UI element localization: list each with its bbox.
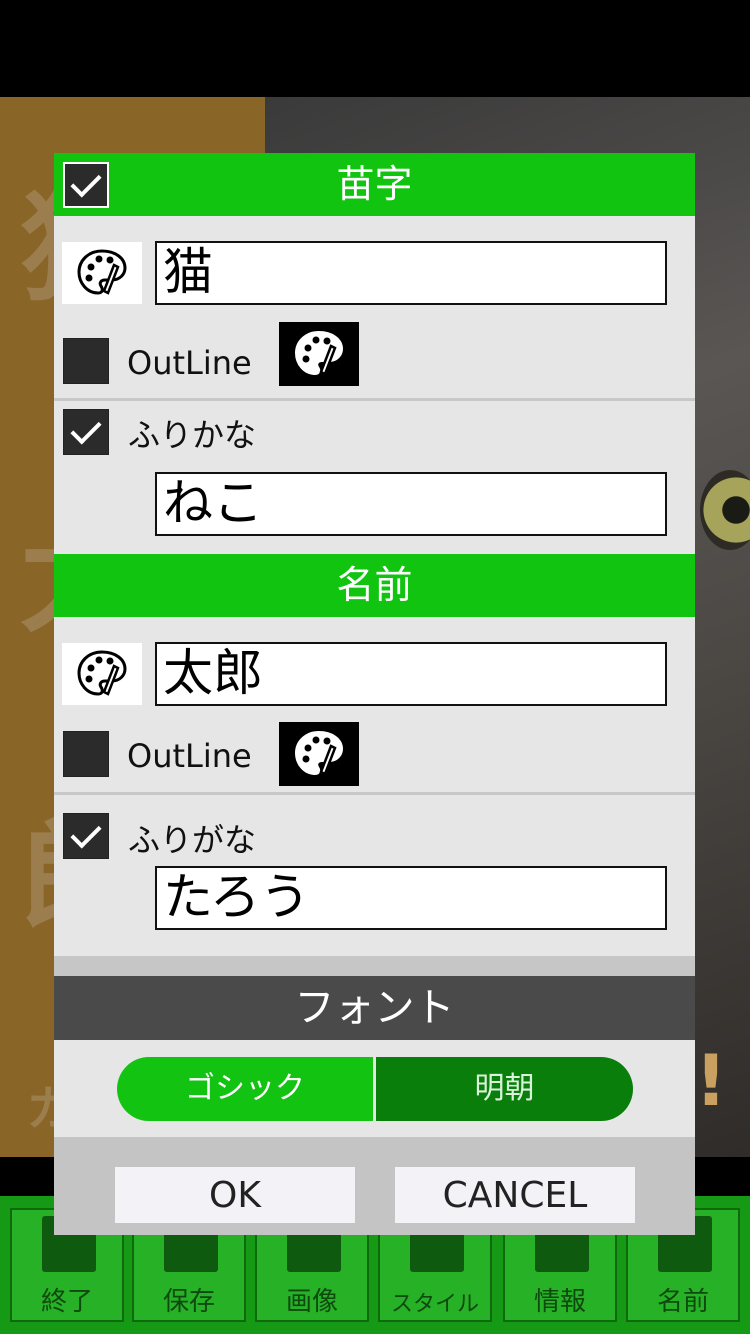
surname-furigana-checkbox[interactable] xyxy=(63,409,109,455)
surname-header: 苗字 xyxy=(54,153,695,216)
toolbar-label: 画像 xyxy=(285,1287,338,1317)
background-exclaim: ! xyxy=(695,1040,727,1122)
given-name-furigana-input[interactable]: たろう xyxy=(155,866,667,930)
font-header: フォント xyxy=(54,976,695,1040)
toolbar-label: 終了 xyxy=(40,1287,93,1317)
check-mark-icon xyxy=(70,413,102,445)
given-name-furigana-label: ふりがな xyxy=(128,821,257,859)
surname-color-button[interactable] xyxy=(62,242,142,304)
divider xyxy=(54,398,695,401)
font-option-gothic[interactable]: ゴシック xyxy=(117,1057,373,1121)
surname-furigana-label: ふりかな xyxy=(128,416,257,454)
palette-icon xyxy=(77,650,127,696)
given-name-color-button[interactable] xyxy=(62,643,142,705)
check-mark-icon xyxy=(70,166,102,198)
surname-input[interactable]: 猫 xyxy=(155,241,667,305)
section-separator xyxy=(54,956,695,976)
palette-icon xyxy=(294,330,344,376)
font-option-mincho[interactable]: 明朝 xyxy=(376,1057,633,1121)
toolbar-label: 保存 xyxy=(162,1287,215,1317)
given-name-outline-checkbox[interactable] xyxy=(63,731,109,777)
palette-icon xyxy=(77,249,127,295)
surname-enabled-checkbox[interactable] xyxy=(63,162,109,208)
palette-icon xyxy=(294,730,344,776)
surname-outline-checkbox[interactable] xyxy=(63,338,109,384)
given-name-outline-color-button[interactable] xyxy=(279,722,359,786)
surname-outline-label: OutLine xyxy=(127,344,252,382)
check-mark-icon xyxy=(70,817,102,849)
toolbar-label: 情報 xyxy=(533,1287,586,1317)
given-name-header: 名前 xyxy=(54,554,695,617)
surname-furigana-input[interactable]: ねこ xyxy=(155,472,667,536)
given-name-furigana-checkbox[interactable] xyxy=(63,813,109,859)
surname-outline-color-button[interactable] xyxy=(279,322,359,386)
cancel-button[interactable]: CANCEL xyxy=(395,1167,635,1223)
given-name-input[interactable]: 太郎 xyxy=(155,642,667,706)
divider xyxy=(54,792,695,795)
toolbar-label: スタイル xyxy=(390,1292,479,1317)
ok-button[interactable]: OK xyxy=(115,1167,355,1223)
given-name-outline-label: OutLine xyxy=(127,737,252,775)
toolbar-label: 名前 xyxy=(656,1287,709,1317)
